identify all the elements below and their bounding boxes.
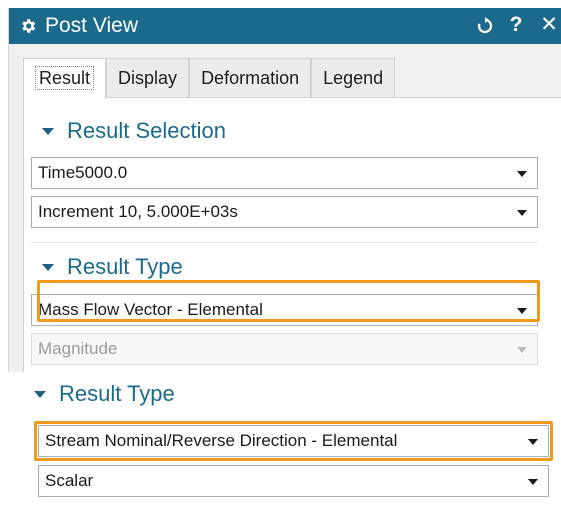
chevron-down-icon xyxy=(528,479,538,485)
chevron-down-icon xyxy=(517,347,527,353)
tab-bar: Result Display Deformation Legend xyxy=(23,58,396,99)
tab-deformation[interactable]: Deformation xyxy=(189,58,312,98)
component-select: Magnitude xyxy=(31,333,538,365)
section-divider xyxy=(31,242,538,243)
chevron-down-icon xyxy=(517,210,527,216)
help-button[interactable]: ? xyxy=(505,11,527,39)
tab-legend[interactable]: Legend xyxy=(311,58,396,98)
dialog-title: Post View xyxy=(45,14,138,37)
increment-select[interactable]: Increment 10, 5.000E+03s xyxy=(31,196,538,228)
close-button[interactable]: ✕ xyxy=(538,11,560,39)
result-type-header[interactable]: Result Type xyxy=(42,254,183,280)
component-select-alt[interactable]: Scalar xyxy=(38,465,549,497)
collapse-triangle-icon xyxy=(34,390,46,398)
reset-icon[interactable] xyxy=(476,17,494,35)
highlight-frame xyxy=(37,280,540,322)
gear-icon xyxy=(22,19,36,33)
time-select[interactable]: Time5000.0 xyxy=(31,157,538,189)
result-tab-panel: Result Selection Time5000.0 Increment 10… xyxy=(23,97,561,372)
dialog-titlebar: Post View ? ✕ xyxy=(9,8,561,44)
result-type-header-alt[interactable]: Result Type xyxy=(34,381,175,407)
collapse-triangle-icon xyxy=(42,127,54,135)
chevron-down-icon xyxy=(517,171,527,177)
collapse-triangle-icon xyxy=(42,263,54,271)
tab-result[interactable]: Result xyxy=(23,58,107,99)
highlight-frame-alt xyxy=(34,421,553,461)
tab-display[interactable]: Display xyxy=(106,58,190,98)
result-selection-header[interactable]: Result Selection xyxy=(42,118,226,144)
